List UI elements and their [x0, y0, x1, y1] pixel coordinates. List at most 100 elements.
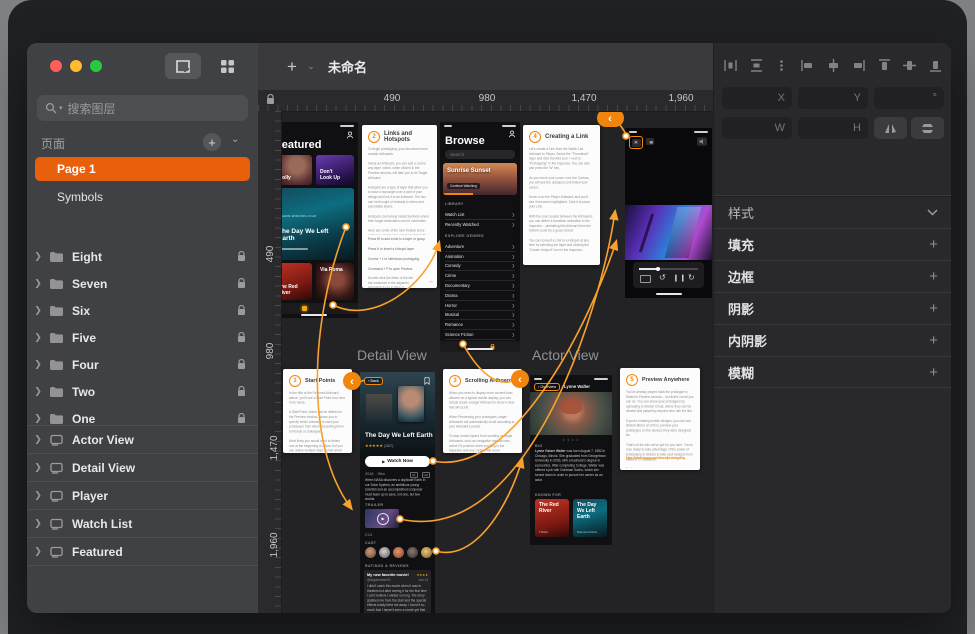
review-card[interactable]: My new favorite movie! ★★★★ @daydreamer9… — [364, 570, 431, 613]
page-item-selected[interactable]: Page 1 — [35, 157, 250, 181]
components-view-toggle[interactable] — [209, 53, 245, 79]
width-field[interactable]: W — [722, 117, 792, 139]
actor-name-tab[interactable]: Lynne Walter — [564, 384, 590, 389]
list-item[interactable]: Comedy❯ — [445, 262, 515, 272]
y-position-field[interactable]: Y — [798, 87, 868, 109]
bookmark-icon[interactable] — [424, 377, 430, 385]
sidebar-item-player[interactable]: ❯Player — [27, 481, 258, 509]
section-fill[interactable]: 填充 + — [714, 228, 951, 260]
close-button-link-target[interactable]: ✕ — [629, 136, 643, 149]
artboard-player[interactable]: ✕ ↺ ❙❙ ↻ — [625, 128, 712, 298]
layer-group-row[interactable]: ❯Two — [27, 378, 258, 405]
lock-icon[interactable] — [237, 332, 246, 343]
profile-icon[interactable] — [508, 130, 516, 138]
chevron-right-icon[interactable]: ❯ — [27, 332, 49, 343]
layer-group-row[interactable]: ❯Five — [27, 324, 258, 351]
lock-icon[interactable] — [237, 305, 246, 316]
trailer-thumbnail[interactable]: ▶ — [365, 509, 399, 528]
pause-icon[interactable]: ❙❙ — [673, 274, 687, 282]
layer-search-field[interactable]: ▾ 搜索图层 — [37, 95, 248, 121]
movie-tile[interactable]: Via Roma — [316, 263, 354, 300]
cast-avatars[interactable] — [365, 547, 432, 558]
list-item[interactable]: Horror❯ — [445, 301, 515, 311]
sidebar-item-featured[interactable]: ❯Featured — [27, 537, 258, 566]
layer-group-row[interactable]: ❯Eight — [27, 243, 258, 270]
pages-collapse-chevron-icon[interactable]: ⌄ — [231, 134, 239, 145]
add-fill-button[interactable]: + — [929, 236, 938, 253]
documentation-link[interactable]: http://sketchapp.com/docs/prototyping — [626, 456, 700, 461]
list-item[interactable]: Romance❯ — [445, 320, 515, 330]
flow-cast-to-actor[interactable] — [436, 460, 522, 552]
zoom-window-button[interactable] — [90, 60, 102, 72]
distribute-vertical-icon[interactable] — [750, 59, 763, 72]
list-item[interactable]: Drama❯ — [445, 291, 515, 301]
search-input[interactable]: Search — [445, 150, 515, 159]
canvas-view-toggle[interactable] — [165, 53, 201, 79]
overview-back-link-target[interactable]: ‹ Overview — [534, 383, 560, 391]
sidebar-item-watch-list[interactable]: ❯Watch List — [27, 509, 258, 537]
chevron-right-icon[interactable]: ❯ — [27, 305, 49, 316]
align-middle-vertical-icon[interactable] — [903, 59, 916, 72]
close-window-button[interactable] — [50, 60, 62, 72]
flip-horizontal-button[interactable] — [874, 117, 907, 139]
align-center-horizontal-icon[interactable] — [827, 59, 840, 72]
minimize-window-button[interactable] — [70, 60, 82, 72]
chevron-right-icon[interactable]: ❯ — [27, 546, 49, 557]
list-item[interactable]: Documentary❯ — [445, 281, 515, 291]
chevron-right-icon[interactable]: ❯ — [27, 490, 49, 501]
more-distribute-icon[interactable] — [775, 59, 788, 72]
audio-icon[interactable] — [697, 137, 707, 146]
sidebar-item-actor-view[interactable]: ❯Actor View — [27, 425, 258, 453]
artboard-actor[interactable]: ‹ Overview Lynne Walter • • • • BIO Lynn… — [530, 375, 612, 545]
rotation-field[interactable]: ° — [874, 87, 944, 109]
horizontal-ruler[interactable]: 490 980 1,470 1,960 — [258, 90, 713, 112]
list-item[interactable]: Crime❯ — [445, 271, 515, 281]
add-inner-shadow-button[interactable]: + — [929, 332, 938, 349]
align-left-icon[interactable] — [801, 59, 814, 72]
insert-chevron-icon[interactable]: ⌄ — [304, 43, 318, 90]
list-item[interactable]: Adventure❯ — [445, 242, 515, 252]
section-blur[interactable]: 模糊 + — [714, 356, 951, 388]
profile-icon[interactable] — [346, 131, 354, 139]
add-page-button[interactable]: + — [203, 133, 221, 151]
movie-tile-large[interactable]: AWARD-WINNING FILM The Day We Left Earth — [274, 188, 354, 260]
lock-icon[interactable] — [237, 359, 246, 370]
layer-group-row[interactable]: ❯Four — [27, 351, 258, 378]
known-for-tile[interactable]: The Day We Left Earth Science Fiction — [573, 499, 607, 537]
ruler-lock-icon[interactable] — [266, 94, 275, 105]
lock-icon[interactable] — [237, 386, 246, 397]
avatar[interactable] — [379, 547, 390, 558]
x-position-field[interactable]: X — [722, 87, 792, 109]
layer-group-row[interactable]: ❯Six — [27, 297, 258, 324]
progress-thumb[interactable] — [656, 267, 660, 271]
subtitles-icon[interactable] — [640, 275, 651, 283]
chevron-right-icon[interactable]: ❯ — [27, 518, 49, 529]
forward-icon[interactable]: ↻ — [688, 273, 695, 282]
list-item[interactable]: Science Fiction❯ — [445, 330, 515, 340]
tab-bar[interactable] — [270, 303, 358, 314]
avatar[interactable] — [407, 547, 418, 558]
avatar[interactable] — [365, 547, 376, 558]
feature-card[interactable]: Sunrise Sunset Continue Watching — [443, 163, 517, 195]
back-button-link-target[interactable]: ‹ Back — [364, 377, 383, 385]
chevron-right-icon[interactable]: ❯ — [27, 386, 49, 397]
canvas[interactable]: Featured Molly Don't Look Up AWARD-WINNI… — [258, 90, 713, 613]
lock-icon[interactable] — [237, 413, 246, 424]
avatar[interactable] — [421, 547, 432, 558]
lock-icon[interactable] — [237, 251, 246, 262]
height-field[interactable]: H — [798, 117, 868, 139]
list-item[interactable]: Watch List❯ — [445, 210, 515, 220]
add-shadow-button[interactable]: + — [929, 300, 938, 317]
vertical-ruler[interactable]: 490 980 1,470 1,960 — [258, 111, 282, 613]
list-item[interactable]: Recently Watched❯ — [445, 220, 515, 229]
artboard-featured[interactable]: Featured Molly Don't Look Up AWARD-WINNI… — [270, 122, 358, 318]
chevron-right-icon[interactable]: ❯ — [27, 413, 49, 424]
rewind-icon[interactable]: ↺ — [659, 273, 666, 282]
lock-icon[interactable] — [237, 278, 246, 289]
artboard-browse[interactable]: Browse Search Sunrise Sunset Continue Wa… — [440, 122, 520, 352]
chevron-right-icon[interactable]: ❯ — [27, 251, 49, 262]
chevron-right-icon[interactable]: ❯ — [27, 434, 49, 445]
add-blur-button[interactable]: + — [929, 364, 938, 381]
flip-vertical-button[interactable] — [911, 117, 944, 139]
avatar[interactable] — [393, 547, 404, 558]
